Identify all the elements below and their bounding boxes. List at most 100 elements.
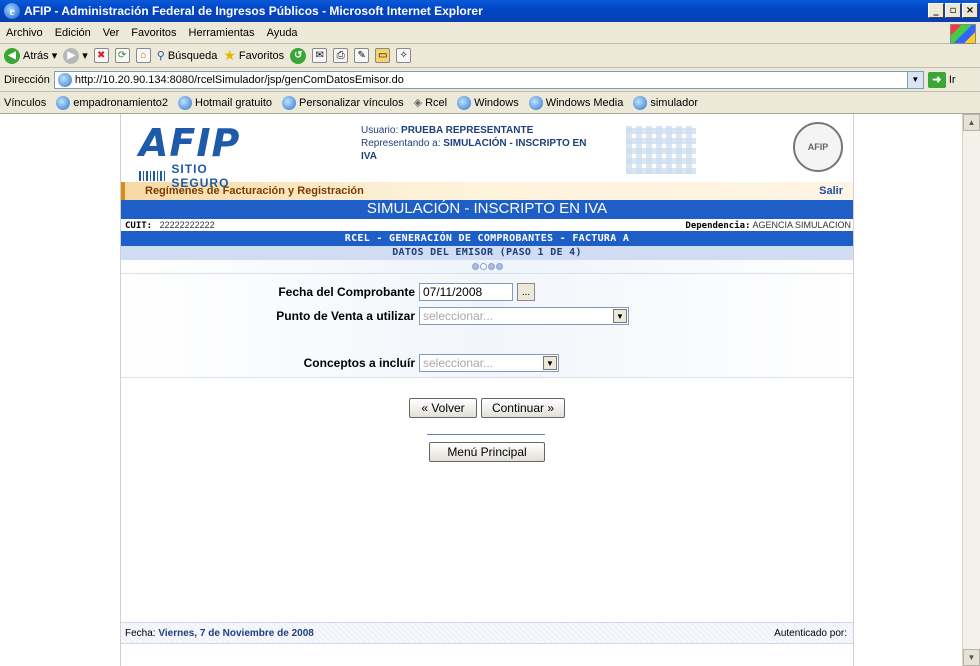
standard-toolbar: ◀ Atrás ▾ ▶ ▾ ✖ ⟳ ⌂ ⚲ Búsqueda ★ Favorit… — [0, 44, 980, 68]
link-label: Hotmail gratuito — [195, 96, 273, 109]
link-label: simulador — [650, 96, 699, 109]
link-personalizar[interactable]: Personalizar vínculos — [282, 95, 404, 110]
refresh-icon[interactable]: ⟳ — [114, 48, 130, 63]
minimize-button[interactable]: _ — [928, 3, 944, 18]
address-input[interactable]: http://10.20.90.134:8080/rcelSimulador/j… — [53, 70, 924, 89]
link-label: Rcel — [425, 96, 448, 109]
step-title: DATOS DEL EMISOR (PASO 1 DE 4) — [121, 246, 853, 260]
links-bar: Vínculos empadronamiento2 Hotmail gratui… — [0, 92, 980, 114]
search-button[interactable]: ⚲ Búsqueda — [156, 49, 218, 63]
menu-favoritos[interactable]: Favoritos — [131, 27, 176, 39]
menu-ayuda[interactable]: Ayuda — [267, 27, 298, 39]
favorites-label: Favoritos — [238, 49, 285, 62]
link-windows[interactable]: Windows — [457, 95, 519, 110]
user-name: PRUEBA REPRESENTANTE — [401, 125, 534, 136]
page-icon — [178, 95, 192, 110]
chevron-down-icon[interactable]: ▼ — [613, 309, 627, 323]
step-dot-4 — [495, 263, 503, 270]
cuit-row: CUIT: 22222222222 Dependencia: AGENCIA S… — [121, 218, 853, 232]
step-dot-1 — [471, 263, 479, 270]
section-title: RCEL - GENERACIÓN DE COMPROBANTES - FACT… — [121, 232, 853, 246]
address-url: http://10.20.90.134:8080/rcelSimulador/j… — [74, 73, 404, 86]
go-label: Ir — [948, 73, 956, 86]
divider — [427, 434, 545, 435]
chevron-down-icon[interactable]: ▼ — [543, 356, 557, 370]
seal-text: AFIP — [807, 142, 829, 152]
link-label: Personalizar vínculos — [299, 96, 404, 109]
fecha-input[interactable]: 07/11/2008 — [419, 283, 513, 301]
calendar-button[interactable]: ... — [517, 283, 535, 301]
link-label: Windows — [474, 96, 519, 109]
window-title-bar: e AFIP - Administración Federal de Ingre… — [0, 0, 980, 22]
menu-edicion[interactable]: Edición — [55, 27, 91, 39]
punto-row: Punto de Venta a utilizar seleccionar...… — [121, 307, 629, 325]
back-button[interactable]: ◀ Atrás ▾ — [4, 47, 57, 64]
decorative-pattern — [626, 126, 696, 174]
fecha-row: Fecha del Comprobante 07/11/2008 ... — [121, 283, 535, 301]
favorites-button[interactable]: ★ Favoritos — [223, 47, 284, 64]
chevron-down-icon[interactable]: ▼ — [906, 71, 923, 88]
browser-viewport: AFIP SITIO SEGURO Usuario: PRUEBA REPRES… — [0, 114, 962, 666]
stop-icon[interactable]: ✖ — [93, 48, 109, 63]
sitio-seguro-label: SITIO SEGURO — [139, 162, 259, 190]
forward-button[interactable]: ▶ ▾ — [63, 47, 88, 64]
barcode-icon — [139, 171, 168, 181]
vertical-scrollbar[interactable]: ▲ ▼ — [962, 114, 980, 666]
link-simulador[interactable]: simulador — [633, 95, 699, 110]
page-title: SIMULACIÓN - INSCRIPTO EN IVA — [121, 200, 853, 218]
page-header: AFIP SITIO SEGURO Usuario: PRUEBA REPRES… — [121, 114, 853, 190]
cuit-label: CUIT: — [125, 220, 153, 231]
conceptos-select[interactable]: seleccionar... ▼ — [419, 354, 559, 372]
forward-arrow-icon: ▶ — [63, 47, 80, 64]
page-icon — [457, 95, 472, 110]
footer-fecha-value: Viernes, 7 de Noviembre de 2008 — [158, 627, 314, 639]
go-arrow-icon: ➜ — [927, 71, 946, 88]
maximize-button[interactable]: ▫ — [945, 3, 961, 18]
scroll-down-icon[interactable]: ▼ — [963, 649, 980, 666]
page-icon — [56, 95, 71, 110]
fecha-value: 07/11/2008 — [423, 285, 483, 299]
step-dot-3 — [487, 263, 495, 270]
folder-icon[interactable]: ▭ — [375, 48, 391, 63]
close-button[interactable]: × — [962, 3, 978, 18]
fecha-label: Fecha del Comprobante — [278, 285, 415, 299]
represent-name-line2: IVA — [361, 151, 377, 162]
represent-name: SIMULACIÓN - INSCRIPTO EN — [443, 138, 587, 149]
link-label: Windows Media — [545, 96, 624, 109]
salir-link[interactable]: Salir — [819, 185, 843, 197]
step-dot-2 — [479, 263, 487, 270]
ie-icon: e — [4, 3, 20, 19]
volver-button[interactable]: « Volver — [409, 398, 477, 418]
links-label: Vínculos — [4, 96, 47, 109]
continuar-button[interactable]: Continuar » — [481, 398, 565, 418]
scroll-up-icon[interactable]: ▲ — [963, 114, 980, 131]
menu-archivo[interactable]: Archivo — [6, 27, 43, 39]
menu-bar: Archivo Edición Ver Favoritos Herramient… — [0, 22, 980, 44]
punto-venta-select[interactable]: seleccionar... ▼ — [419, 307, 629, 325]
mail-icon[interactable]: ✉ — [312, 48, 328, 63]
link-empadronamiento2[interactable]: empadronamiento2 — [56, 95, 168, 110]
window-title: AFIP - Administración Federal de Ingreso… — [24, 4, 483, 18]
link-rcel[interactable]: ◈ Rcel — [414, 96, 448, 110]
messenger-icon[interactable]: ✧ — [396, 48, 412, 63]
page-icon — [528, 95, 543, 110]
go-button[interactable]: ➜ Ir — [927, 71, 956, 88]
conceptos-label: Conceptos a incluír — [303, 356, 415, 370]
menu-principal-button[interactable]: Menú Principal — [429, 442, 545, 462]
address-label: Dirección — [4, 73, 50, 86]
edit-icon[interactable]: ✎ — [354, 48, 370, 63]
link-windows-media[interactable]: Windows Media — [528, 95, 624, 110]
step-indicator — [121, 260, 853, 274]
print-icon[interactable]: ⎙ — [333, 48, 349, 63]
link-hotmail[interactable]: Hotmail gratuito — [178, 95, 273, 110]
menu-ver[interactable]: Ver — [103, 27, 120, 39]
user-label: Usuario: — [361, 125, 399, 136]
search-label: Búsqueda — [167, 49, 218, 62]
menu-herramientas[interactable]: Herramientas — [189, 27, 255, 39]
home-icon[interactable]: ⌂ — [135, 48, 151, 63]
address-bar: Dirección http://10.20.90.134:8080/rcelS… — [0, 68, 980, 92]
history-icon[interactable]: ↺ — [290, 47, 307, 64]
search-icon: ⚲ — [156, 50, 165, 62]
represent-label: Representando a: — [361, 138, 441, 149]
cuit-value: 22222222222 — [159, 219, 215, 230]
